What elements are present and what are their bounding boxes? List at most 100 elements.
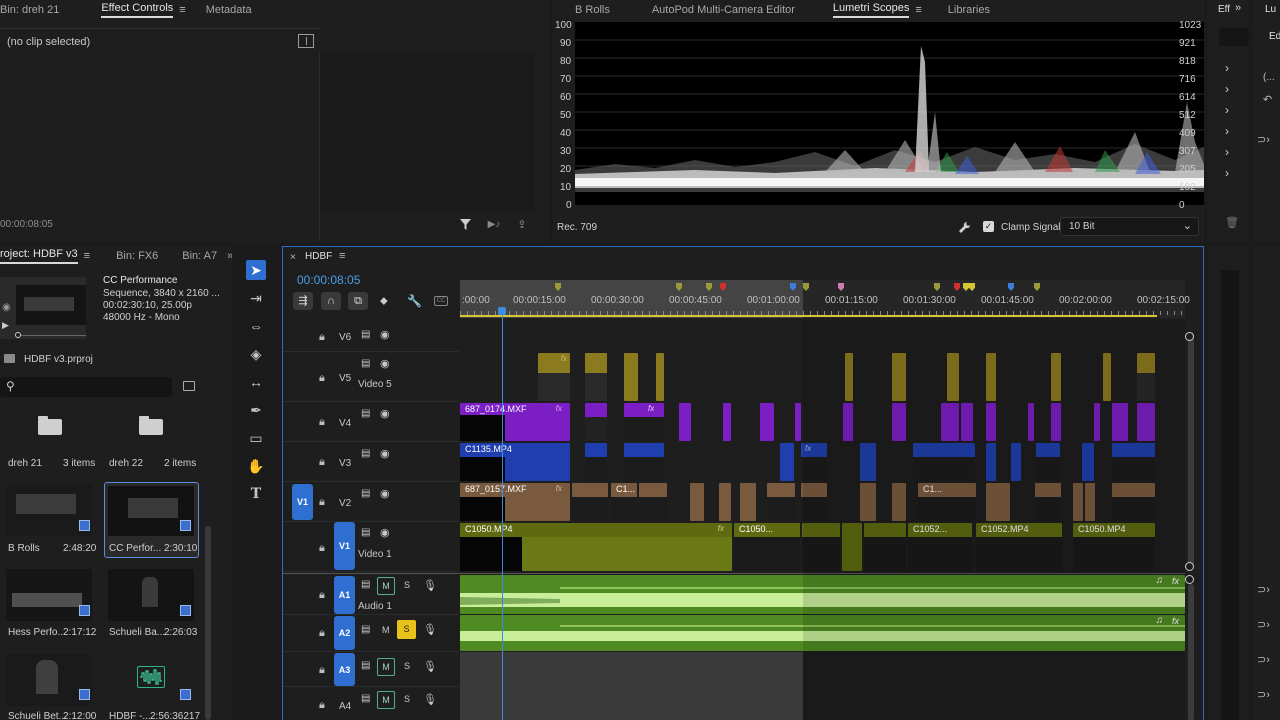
timeline-marker[interactable] [1008, 283, 1014, 291]
panel-menu-icon[interactable]: ≡ [179, 4, 185, 16]
film-icon[interactable]: ▤ [361, 579, 370, 590]
track-header-v3[interactable]: 🔒︎ ▤ ◉ V3 [283, 442, 459, 482]
tab-metadata[interactable]: Metadata [196, 0, 262, 20]
scroll-handle-bottom[interactable] [1185, 562, 1194, 571]
bit-depth-select[interactable]: 10 Bit ⌄ [1060, 217, 1199, 236]
snap-icon[interactable]: ∩ [321, 292, 341, 310]
clip-v4[interactable] [679, 403, 691, 441]
clip-v4[interactable]: 687_0174.MXF fx [460, 403, 570, 441]
eye-icon[interactable]: ◉ [380, 357, 390, 370]
clip-v1[interactable]: C1050... [734, 523, 800, 571]
captions-icon[interactable]: CC [434, 296, 448, 306]
tab-libraries[interactable]: Libraries [938, 0, 1000, 20]
clip-v5[interactable] [585, 353, 607, 401]
tab-lumetri-scopes[interactable]: Lumetri Scopes ≡ [823, 0, 932, 20]
audio-waveform-icon[interactable] [137, 666, 165, 688]
play-icon[interactable]: ▶ [2, 320, 9, 331]
solo-button[interactable]: S [404, 661, 410, 671]
reset-icon[interactable]: ↶ [1263, 93, 1272, 106]
solo-button[interactable]: S [404, 694, 410, 704]
hand-tool-icon[interactable]: ✋ [246, 456, 266, 476]
rectangle-tool-icon[interactable]: ▭ [246, 428, 266, 448]
film-icon[interactable]: ▤ [361, 358, 370, 369]
track-header-a2[interactable]: 🔒︎ A2 ▤ M S 🎙︎ [283, 615, 459, 652]
film-icon[interactable]: ▤ [361, 693, 370, 704]
tab-bin-fx6[interactable]: Bin: FX6 [100, 246, 168, 266]
track-header-v5[interactable]: 🔒︎ ▤ ◉ V5 Video 5 [283, 352, 459, 402]
tab-effect-controls[interactable]: Effect Controls ≡ [91, 0, 195, 20]
overflow-icon[interactable]: » [1235, 2, 1241, 14]
eye-icon[interactable]: ◉ [380, 328, 390, 341]
tab-bin-a7[interactable]: Bin: A7 [168, 246, 227, 266]
microphone-icon[interactable]: 🎙︎ [423, 693, 437, 706]
toggle-icon[interactable]: ⊃› [1257, 133, 1270, 146]
timeline-marker[interactable] [934, 283, 940, 291]
panel-toggle-icon[interactable] [298, 34, 314, 48]
clip-v2[interactable] [767, 483, 795, 521]
add-marker-icon[interactable]: ⬥ [380, 295, 388, 308]
clip-v2[interactable] [690, 483, 704, 521]
mute-button[interactable]: M [382, 625, 390, 635]
toggle-icon[interactable]: ⊃› [1257, 583, 1270, 596]
clip-v2[interactable] [572, 483, 608, 521]
track-header-a3[interactable]: 🔒︎ A3 ▤ M S 🎙︎ [283, 652, 459, 687]
timeline-marker[interactable] [954, 283, 960, 291]
lock-icon[interactable]: 🔒︎ [319, 416, 325, 429]
project-scrollbar[interactable] [205, 526, 211, 720]
audio-scrollbar[interactable] [1188, 584, 1194, 720]
clip-v2[interactable] [639, 483, 667, 521]
tab-bin-dreh21[interactable]: Bin: dreh 21 [0, 0, 69, 20]
clip-v3[interactable] [780, 443, 794, 481]
lock-icon[interactable]: 🔒︎ [319, 542, 325, 555]
eye-icon[interactable]: ◉ [380, 487, 390, 500]
clip-v3[interactable]: C1135.MP4 [460, 443, 570, 481]
tab-project[interactable]: roject: HDBF v3 ≡ [0, 246, 100, 266]
track-select-tool-icon[interactable]: ⇥ [246, 288, 266, 308]
mute-button[interactable]: M [377, 658, 395, 676]
eye-icon[interactable]: ◉ [380, 407, 390, 420]
track-target-a2[interactable]: A2 [334, 616, 355, 650]
tab-lumetri[interactable]: Lu [1265, 4, 1276, 15]
clip-v4[interactable] [585, 403, 607, 441]
timeline-marker[interactable] [1034, 283, 1040, 291]
clip-v3[interactable] [624, 443, 664, 481]
timeline-marker[interactable] [838, 283, 844, 291]
clip-v1[interactable]: C1050.MP4 fx [460, 523, 732, 571]
clip-v2[interactable]: C1... [611, 483, 637, 521]
film-icon[interactable]: ▤ [361, 488, 370, 499]
track-target-a1[interactable]: A1 [334, 576, 355, 614]
effects-search[interactable] [1219, 28, 1249, 46]
time-ruler[interactable]: :00:00 00:00:15:00 00:00:30:00 00:00:45:… [460, 280, 1190, 318]
sequence-tab[interactable]: HDBF [305, 251, 332, 262]
microphone-icon[interactable]: 🎙︎ [423, 579, 437, 592]
clip-v4[interactable] [795, 403, 801, 441]
eye-icon[interactable]: ◉ [380, 526, 390, 539]
export-icon[interactable]: ⇪ [515, 217, 529, 231]
pen-tool-icon[interactable]: ✒ [246, 400, 266, 420]
solo-button[interactable]: S [397, 620, 416, 639]
track-header-v1[interactable]: 🔒︎ V1 ▤ ◉ Video 1 [283, 522, 459, 572]
track-target-v1[interactable]: V1 [334, 522, 355, 570]
lumetri-edit-tab[interactable]: Ed [1269, 31, 1280, 42]
clip-v2[interactable] [740, 483, 756, 521]
timeline-timecode[interactable]: 00:00:08:05 [297, 273, 360, 287]
panel-menu-icon[interactable]: ≡ [84, 250, 90, 262]
film-icon[interactable]: ▤ [361, 448, 370, 459]
toggle-icon[interactable]: ⊃› [1257, 653, 1270, 666]
clip-v2[interactable]: 687_0157.MXF fx [460, 483, 570, 521]
type-tool-icon[interactable]: T [246, 484, 266, 504]
clip-v5[interactable]: fx [538, 353, 570, 401]
tab-autopod[interactable]: AutoPod Multi-Camera Editor [642, 0, 805, 20]
chevron-right-icon[interactable]: › [1225, 61, 1229, 75]
clip-v5[interactable] [624, 353, 638, 401]
trash-icon[interactable]: 🗑 [1225, 216, 1239, 229]
clip-v5[interactable] [656, 353, 664, 401]
lock-icon[interactable]: 🔒︎ [319, 699, 325, 712]
close-icon[interactable]: × [290, 252, 296, 263]
chevron-right-icon[interactable]: › [1225, 124, 1229, 138]
lock-icon[interactable]: 🔒︎ [319, 456, 325, 469]
toggle-icon[interactable]: ⊃› [1257, 618, 1270, 631]
tab-effects[interactable]: Eff [1218, 4, 1230, 15]
folder-icon[interactable] [38, 416, 62, 435]
film-icon[interactable]: ▤ [361, 527, 370, 538]
